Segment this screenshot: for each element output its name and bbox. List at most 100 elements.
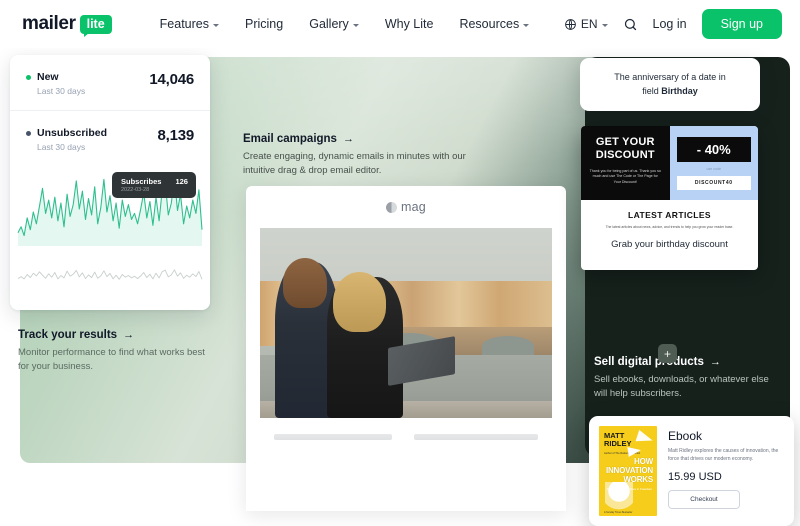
promo-code-caption: use code bbox=[706, 166, 722, 171]
status-dot-new bbox=[26, 74, 31, 80]
stat-name-unsubscribed: Unsubscribed bbox=[37, 127, 108, 139]
mag-logo-icon bbox=[386, 201, 398, 213]
arrow-right-icon: → bbox=[709, 356, 721, 368]
chevron-down-icon bbox=[523, 23, 530, 27]
newsletter-promo-card: GET YOUR DISCOUNT Thank you for being pa… bbox=[581, 126, 758, 270]
photo-arch-right bbox=[481, 336, 535, 358]
subscriber-stats-card: New Last 30 days 14,046 Unsubscribed Las… bbox=[10, 55, 210, 310]
top-navigation-bar: mailer lite Features Pricing Gallery Why… bbox=[0, 0, 800, 48]
promo-discount-badge: - 40% bbox=[676, 136, 751, 162]
article-title[interactable]: Grab your birthday discount bbox=[590, 239, 749, 250]
nav-item-pricing[interactable]: Pricing bbox=[245, 17, 283, 31]
nav-item-why-lite[interactable]: Why Lite bbox=[385, 17, 434, 31]
sell-products-title-row[interactable]: Sell digital products → bbox=[594, 356, 784, 368]
email-campaigns-title: Email campaigns bbox=[243, 133, 337, 145]
tooltip-value: 126 bbox=[175, 177, 188, 186]
page-canvas: New Last 30 days 14,046 Unsubscribed Las… bbox=[0, 48, 800, 526]
ebook-cover-illustration bbox=[605, 482, 633, 512]
birthday-field-name: Birthday bbox=[661, 85, 698, 96]
track-results-block: Track your results → Monitor performance… bbox=[18, 329, 218, 374]
stat-period-unsubscribed: Last 30 days bbox=[37, 142, 86, 152]
ebook-description: Matt Ridley explores the causes of innov… bbox=[668, 448, 779, 462]
checkout-button[interactable]: Checkout bbox=[668, 489, 740, 509]
ebook-cover-title-line2: INNOVATION bbox=[605, 465, 653, 475]
ebook-cover-image: MATT RIDLEY Author of The Rational Optim… bbox=[599, 426, 657, 516]
email-campaigns-block: Email campaigns → Create engaging, dynam… bbox=[243, 133, 468, 178]
chart-tooltip: Subscribes 126 2022-03-28 bbox=[112, 172, 196, 198]
language-value: EN bbox=[580, 17, 598, 31]
latest-articles-heading: LATEST ARTICLES bbox=[628, 210, 711, 220]
email-preview-card: mag bbox=[246, 186, 566, 511]
placeholder-bar bbox=[274, 434, 392, 440]
nav-item-gallery-label: Gallery bbox=[309, 17, 349, 31]
arrow-right-icon: → bbox=[123, 329, 135, 341]
ebook-price: 15.99 USD bbox=[668, 470, 722, 483]
language-selector[interactable]: EN bbox=[564, 17, 608, 31]
paper-plane-icon bbox=[627, 445, 642, 457]
email-preview-photo bbox=[260, 228, 552, 418]
nav-item-why-lite-label: Why Lite bbox=[384, 17, 434, 31]
nav-item-pricing-label: Pricing bbox=[245, 17, 284, 31]
search-icon[interactable] bbox=[623, 17, 638, 32]
nav-item-features[interactable]: Features bbox=[160, 17, 219, 31]
stat-value-unsubscribed: 8,139 bbox=[157, 127, 194, 144]
logo-text-mailer: mailer bbox=[22, 13, 76, 34]
email-campaigns-body: Create engaging, dynamic emails in minut… bbox=[243, 151, 466, 176]
plus-icon: + bbox=[663, 346, 671, 361]
mag-logo-text: mag bbox=[401, 200, 426, 214]
birthday-line-2-prefix: field bbox=[642, 85, 662, 96]
ebook-cover-footer: A Sunday Times Bestseller bbox=[604, 511, 633, 514]
nav-item-gallery[interactable]: Gallery bbox=[309, 17, 359, 31]
promo-heading-line1: GET YOUR bbox=[595, 136, 655, 148]
nav-item-resources[interactable]: Resources bbox=[459, 17, 530, 31]
chevron-down-icon bbox=[352, 23, 359, 27]
stat-name-new: New bbox=[37, 71, 59, 83]
stat-row-new: New Last 30 days 14,046 bbox=[10, 55, 210, 110]
promo-heading-line2: DISCOUNT bbox=[595, 149, 655, 162]
promo-discount-code: DISCOUNT40 bbox=[676, 175, 751, 190]
stat-label-unsubscribed: Unsubscribed bbox=[26, 127, 107, 139]
logo-badge-lite: lite bbox=[79, 14, 112, 37]
birthday-condition-text: The anniversary of a date in field Birth… bbox=[614, 71, 726, 98]
status-dot-unsubscribed bbox=[26, 130, 31, 136]
track-results-body: Monitor performance to find what works b… bbox=[18, 347, 205, 372]
ebook-details: Ebook Matt Ridley explores the causes of… bbox=[657, 426, 784, 516]
photo-person-right-hair bbox=[333, 271, 386, 333]
chevron-down-icon bbox=[213, 23, 219, 27]
email-preview-placeholder-bars bbox=[246, 418, 566, 440]
promo-top-section: GET YOUR DISCOUNT Thank you for being pa… bbox=[581, 126, 758, 200]
nav-links: Features Pricing Gallery Why Lite Resour… bbox=[160, 17, 530, 31]
stat-period-new: Last 30 days bbox=[37, 86, 86, 96]
signup-button[interactable]: Sign up bbox=[701, 9, 782, 39]
sell-products-block: Sell digital products → Sell ebooks, dow… bbox=[594, 356, 784, 401]
site-logo[interactable]: mailer lite bbox=[22, 13, 112, 37]
latest-articles-subtext: The latest articles about news, advice, … bbox=[605, 225, 734, 229]
promo-articles-section: LATEST ARTICLES The latest articles abou… bbox=[581, 200, 758, 262]
nav-item-resources-label: Resources bbox=[459, 17, 520, 31]
add-block-button[interactable]: + bbox=[658, 344, 677, 363]
birthday-condition-card: The anniversary of a date in field Birth… bbox=[580, 58, 760, 111]
birthday-line-1: The anniversary of a date in bbox=[614, 72, 726, 82]
ebook-cover-title: HOW INNOVATION WORKS bbox=[605, 457, 653, 485]
placeholder-bar-row bbox=[246, 434, 566, 440]
sell-products-body: Sell ebooks, downloads, or whatever else… bbox=[594, 374, 769, 399]
nav-item-features-label: Features bbox=[159, 17, 209, 31]
promo-heading: GET YOUR DISCOUNT bbox=[589, 136, 662, 163]
tooltip-label: Subscribes bbox=[121, 177, 162, 186]
stat-row-unsubscribed: Unsubscribed Last 30 days 8,139 bbox=[10, 110, 210, 166]
ebook-cover-title-line1: HOW bbox=[634, 457, 653, 466]
photo-person-left-hair bbox=[283, 258, 328, 308]
login-link[interactable]: Log in bbox=[653, 17, 687, 31]
arrow-right-icon: → bbox=[342, 133, 354, 145]
email-preview-header: mag bbox=[246, 186, 566, 228]
stat-value-new: 14,046 bbox=[149, 71, 194, 88]
track-results-title-row[interactable]: Track your results → bbox=[18, 329, 218, 341]
placeholder-bar bbox=[414, 434, 538, 440]
email-campaigns-title-row[interactable]: Email campaigns → bbox=[243, 133, 468, 145]
track-results-title: Track your results bbox=[18, 329, 118, 341]
subscribers-chart[interactable]: Subscribes 126 2022-03-28 bbox=[10, 168, 210, 288]
stat-label-new: New bbox=[26, 71, 85, 83]
nav-actions: EN Log in Sign up bbox=[564, 9, 782, 39]
ebook-product-card: MATT RIDLEY Author of The Rational Optim… bbox=[589, 416, 794, 526]
sell-products-title: Sell digital products bbox=[594, 356, 704, 368]
